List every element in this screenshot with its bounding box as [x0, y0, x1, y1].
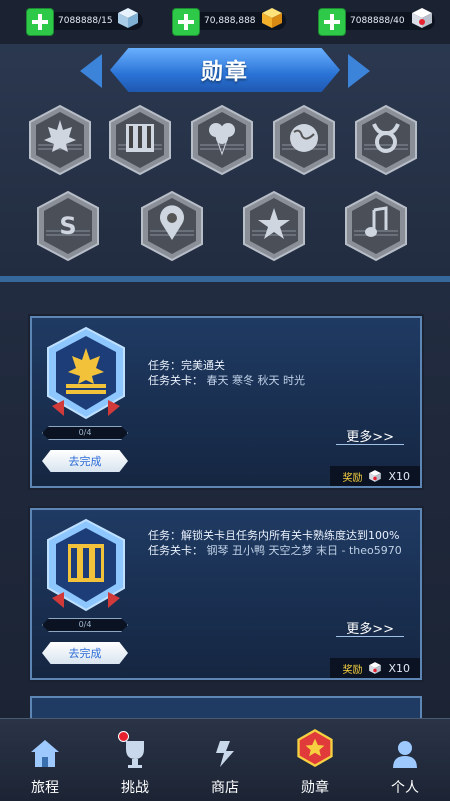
add-gold-button[interactable] [172, 8, 200, 36]
task-levels: 任务关卡： 钢琴 丑小鸭 天空之梦 末日 - theo5970 [148, 543, 410, 558]
badge-slot[interactable] [354, 104, 418, 178]
nav-label: 商店 [211, 780, 239, 796]
nav-label: 旅程 [31, 780, 59, 796]
red-cube-icon [412, 8, 432, 28]
red-cube-icon [369, 470, 382, 482]
bottom-nav: 旅程 挑战 商店 勋章 个人 [0, 718, 450, 801]
resource-gold-value: 70,888,888 [204, 16, 256, 26]
more-underline [336, 444, 404, 445]
nav-challenge[interactable]: 挑战 [90, 719, 180, 801]
badge-slot[interactable] [140, 190, 204, 264]
levels-value: 春天 寒冬 秋天 时光 [206, 374, 306, 387]
badge-slot[interactable] [344, 190, 408, 264]
badge-slot[interactable] [190, 104, 254, 178]
left-arrow-icon [80, 54, 102, 88]
s-letter-icon: S [37, 190, 99, 262]
nav-label: 勋章 [301, 780, 329, 796]
resource-ice: 7088888/15 [26, 8, 143, 36]
progress-indicator: 0/4 [42, 426, 128, 440]
star-icon [243, 190, 305, 262]
add-red-button[interactable] [318, 8, 346, 36]
badge-slot[interactable] [272, 104, 336, 178]
add-ice-button[interactable] [26, 8, 54, 36]
resource-ice-value: 7088888/15 [58, 16, 113, 26]
location-pin-icon [141, 190, 203, 262]
card-medal-icon-1 [44, 326, 128, 422]
resource-gold: 70,888,888 [172, 8, 286, 36]
reward-label: 奖励 [342, 472, 363, 484]
maple-leaf-icon [29, 104, 91, 176]
globe-icon [273, 104, 335, 176]
page-title: 勋章 [200, 60, 249, 85]
right-arrow-icon [348, 54, 370, 88]
task-levels: 任务关卡： 春天 寒冬 秋天 时光 [148, 373, 410, 388]
svg-text:S: S [59, 212, 76, 240]
gold-cube-icon [262, 8, 282, 28]
more-link[interactable]: 更多>> [346, 426, 394, 445]
reward-row: 奖励 X10 [330, 658, 420, 678]
reward-row: 奖励 X10 [330, 466, 420, 486]
progress-indicator: 0/4 [42, 618, 128, 632]
nav-store[interactable]: 商店 [180, 719, 270, 801]
badge-slot[interactable] [108, 104, 172, 178]
levels-label: 任务关卡： [148, 374, 203, 387]
nav-medal[interactable]: 勋章 [270, 719, 360, 801]
resource-bar: 7088888/15 70,888,888 7088888/40 [0, 0, 450, 44]
reward-count: X10 [388, 661, 410, 675]
more-underline [336, 636, 404, 637]
resource-red: 7088888/40 [318, 8, 435, 36]
task-label: 任务：完美通关 [148, 359, 225, 372]
levels-label: 任务关卡： [148, 544, 203, 557]
reward-label: 奖励 [342, 664, 363, 676]
more-link[interactable]: 更多>> [346, 618, 394, 637]
badge-slot[interactable] [242, 190, 306, 264]
nav-label: 个人 [391, 780, 419, 796]
card-medal-icon-2 [44, 518, 128, 614]
red-cube-icon [369, 662, 382, 674]
medal-card-2: 0/4 去完成 任务：解锁关卡且任务内所有关卡熟练度达到100% 任务关卡： 钢… [30, 508, 422, 680]
medal-card-1: 0/4 去完成 任务：完美通关 任务关卡： 春天 寒冬 秋天 时光 更多>> 奖… [30, 316, 422, 488]
house-icon [31, 740, 59, 767]
go-complete-button[interactable]: 去完成 [42, 450, 128, 472]
badge-slot[interactable]: S [36, 190, 100, 264]
notification-dot [118, 731, 129, 742]
taurus-icon [355, 104, 417, 176]
nav-journey[interactable]: 旅程 [0, 719, 90, 801]
balloons-icon [191, 104, 253, 176]
title-plate: 勋章 [110, 48, 340, 92]
medal-icon [297, 728, 333, 768]
task-info: 任务：完美通关 任务关卡： 春天 寒冬 秋天 时光 [148, 358, 410, 388]
resource-red-value: 7088888/40 [350, 16, 405, 26]
piano-icon [109, 104, 171, 176]
person-icon [393, 741, 417, 768]
nav-personal[interactable]: 个人 [360, 719, 450, 801]
levels-value: 钢琴 丑小鸭 天空之梦 末日 - theo5970 [206, 544, 402, 557]
trophy-icon [126, 741, 144, 768]
ice-cube-icon [118, 8, 138, 28]
task-info: 任务：解锁关卡且任务内所有关卡熟练度达到100% 任务关卡： 钢琴 丑小鸭 天空… [148, 528, 410, 558]
reward-count: X10 [388, 469, 410, 483]
badge-slot[interactable] [28, 104, 92, 178]
go-complete-button[interactable]: 去完成 [42, 642, 128, 664]
nav-label: 挑战 [121, 780, 149, 796]
task-label: 任务：解锁关卡且任务内所有关卡熟练度达到100% [148, 529, 400, 542]
store-icon [216, 741, 234, 767]
music-note-icon [345, 190, 407, 262]
section-divider [0, 276, 450, 282]
title-banner: 勋章 [80, 46, 370, 96]
